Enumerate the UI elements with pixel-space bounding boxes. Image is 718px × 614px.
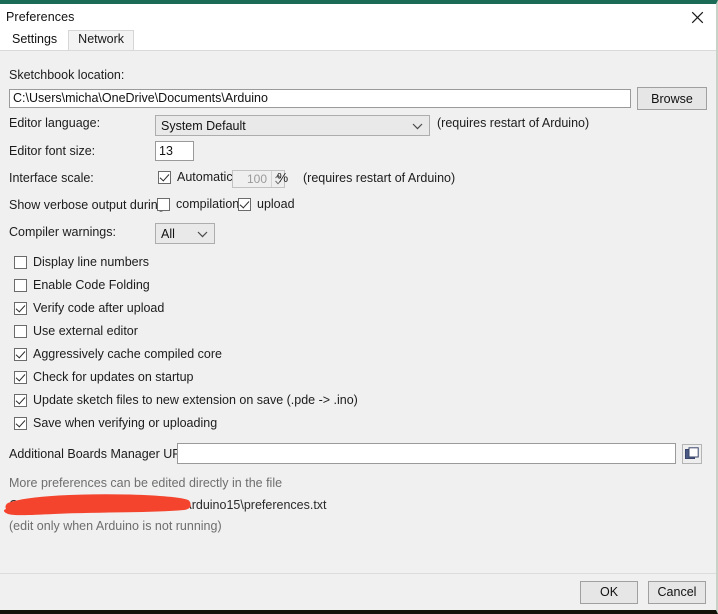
checkbox-box xyxy=(158,170,171,184)
sketchbook-location-label: Sketchbook location: xyxy=(9,68,125,82)
interface-scale-hint-row: (requires restart of Arduino) xyxy=(303,171,455,185)
interface-scale-hint: (requires restart of Arduino) xyxy=(303,171,456,185)
checkbox-label: Verify code after upload xyxy=(33,301,165,315)
ok-button[interactable]: OK xyxy=(580,580,638,604)
footer-line-2-row: C:\Users\micha\AppData\Local\Arduino15\p… xyxy=(9,498,327,512)
checkbox-label: Enable Code Folding xyxy=(33,278,150,292)
interface-scale-value: 100 xyxy=(233,171,271,187)
editor-language-hint-row: (requires restart of Arduino) xyxy=(437,116,589,130)
interface-scale-percent-label: % xyxy=(277,171,289,185)
checkbox-verify-code-after-upload[interactable]: Verify code after upload xyxy=(14,301,164,315)
browse-button[interactable]: Browse xyxy=(637,87,707,110)
checkbox-box xyxy=(14,347,27,361)
chevron-down-icon xyxy=(197,227,208,241)
chevron-down-icon xyxy=(412,119,423,133)
interface-scale-automatic-label: Automatic xyxy=(177,170,233,184)
checkbox-box xyxy=(157,197,170,211)
interface-scale-label-row: Interface scale: xyxy=(9,171,94,185)
tab-settings[interactable]: Settings xyxy=(2,30,68,50)
checkbox-label: Display line numbers xyxy=(33,255,150,269)
checkbox-box xyxy=(14,301,27,315)
editor-language-label: Editor language: xyxy=(9,116,101,130)
open-window-icon[interactable] xyxy=(682,444,702,464)
checkbox-aggressively-cache-compiled-core[interactable]: Aggressively cache compiled core xyxy=(14,347,222,361)
footer-line-1: More preferences can be edited directly … xyxy=(9,476,283,490)
sketchbook-location-input[interactable] xyxy=(9,89,631,108)
checkbox-box xyxy=(14,324,27,338)
checkbox-box xyxy=(14,255,27,269)
checkbox-check-for-updates-on-startup[interactable]: Check for updates on startup xyxy=(14,370,194,384)
settings-panel: Sketchbook location: Browse Editor langu… xyxy=(0,50,716,573)
checkbox-label: Update sketch files to new extension on … xyxy=(33,393,358,407)
checkbox-save-when-verifying-or-uploading[interactable]: Save when verifying or uploading xyxy=(14,416,217,430)
interface-scale-label: Interface scale: xyxy=(9,171,94,185)
verbose-output-label-row: Show verbose output during: xyxy=(9,198,168,212)
compiler-warnings-select[interactable]: All xyxy=(155,223,215,244)
checkbox-display-line-numbers[interactable]: Display line numbers xyxy=(14,255,149,269)
verbose-upload-label: upload xyxy=(257,197,295,211)
footer-line-3-row: (edit only when Arduino is not running) xyxy=(9,519,222,533)
boards-urls-input[interactable] xyxy=(177,443,676,464)
checkbox-use-external-editor[interactable]: Use external editor xyxy=(14,324,138,338)
compiler-warnings-label-row: Compiler warnings: xyxy=(9,225,116,239)
checkbox-label: Check for updates on startup xyxy=(33,370,194,384)
verbose-upload-checkbox[interactable]: upload xyxy=(238,197,295,211)
footer-line-3: (edit only when Arduino is not running) xyxy=(9,519,222,533)
verbose-compilation-checkbox[interactable]: compilation xyxy=(157,197,239,211)
editor-language-value: System Default xyxy=(161,118,246,133)
cancel-button[interactable]: Cancel xyxy=(648,580,706,604)
checkbox-label: Save when verifying or uploading xyxy=(33,416,218,430)
boards-urls-label: Additional Boards Manager URLs: xyxy=(9,447,198,461)
editor-language-select[interactable]: System Default xyxy=(155,115,430,136)
editor-language-hint: (requires restart of Arduino) xyxy=(437,116,590,130)
editor-font-size-input[interactable] xyxy=(155,141,194,161)
footer-line-1-row: More preferences can be edited directly … xyxy=(9,476,282,490)
checkbox-box xyxy=(14,370,27,384)
window-title: Preferences xyxy=(6,10,75,24)
editor-font-size-label-row: Editor font size: xyxy=(9,144,95,158)
dialog-button-bar: OK Cancel xyxy=(0,573,716,610)
compiler-warnings-label: Compiler warnings: xyxy=(9,225,116,239)
boards-urls-label-row: Additional Boards Manager URLs: xyxy=(9,447,198,461)
checkbox-enable-code-folding[interactable]: Enable Code Folding xyxy=(14,278,150,292)
editor-font-size-label: Editor font size: xyxy=(9,144,96,158)
checkbox-update-sketch-files-extension[interactable]: Update sketch files to new extension on … xyxy=(14,393,358,407)
compiler-warnings-value: All xyxy=(161,226,175,241)
tab-strip: Settings Network xyxy=(0,30,716,50)
sketchbook-location-label-row: Sketchbook location: xyxy=(9,68,124,82)
title-bar: Preferences xyxy=(0,4,716,30)
verbose-output-label: Show verbose output during: xyxy=(9,198,169,212)
tab-network[interactable]: Network xyxy=(68,30,135,50)
verbose-compilation-label: compilation xyxy=(176,197,240,211)
interface-scale-automatic-checkbox[interactable]: Automatic xyxy=(158,170,233,184)
preferences-file-path: C:\Users\micha\AppData\Local\Arduino15\p… xyxy=(9,498,327,512)
checkbox-box xyxy=(14,393,27,407)
checkbox-box xyxy=(14,416,27,430)
checkbox-box xyxy=(14,278,27,292)
checkbox-label: Use external editor xyxy=(33,324,138,338)
preferences-window: Preferences Settings Network Sketchbook … xyxy=(0,0,718,614)
interface-scale-percent-row: % xyxy=(277,171,288,185)
editor-language-label-row: Editor language: xyxy=(9,116,100,130)
checkbox-box xyxy=(238,197,251,211)
checkbox-label: Aggressively cache compiled core xyxy=(33,347,222,361)
close-icon[interactable] xyxy=(680,4,714,30)
